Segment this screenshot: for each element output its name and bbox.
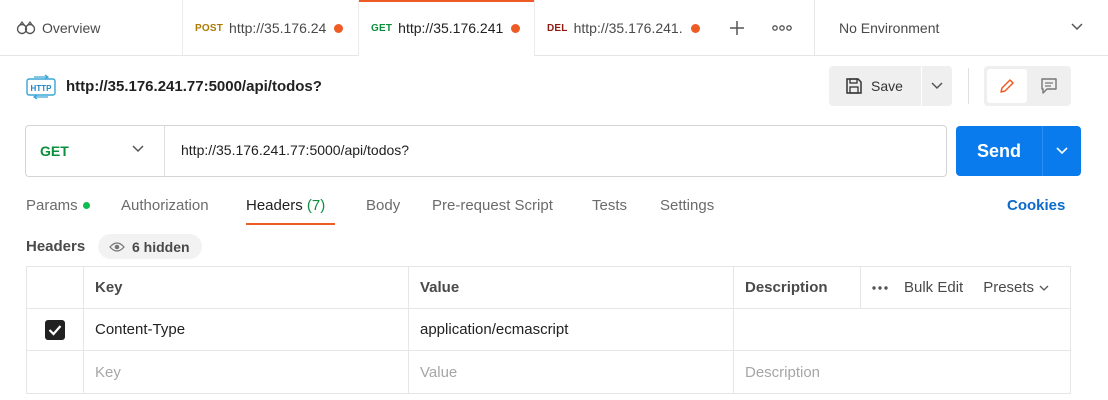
tab-method: POST: [195, 22, 224, 34]
save-icon: [846, 78, 862, 94]
tab-pre-request-label: Pre-request Script: [432, 197, 553, 214]
tab-tests-label: Tests: [592, 197, 628, 214]
unsaved-dot: [690, 23, 700, 33]
tab-params[interactable]: Params: [26, 197, 90, 214]
chevron-down-icon: [931, 82, 943, 90]
more-options-button[interactable]: [872, 285, 888, 290]
more-tabs-button[interactable]: [766, 0, 798, 56]
tab-label: http://35.176.24: [229, 20, 327, 36]
overview-icon: [16, 21, 36, 35]
tab-method: GET: [371, 22, 393, 34]
header-key-cell[interactable]: Content-Type: [84, 309, 409, 350]
hidden-headers-toggle[interactable]: 6 hidden: [98, 234, 202, 259]
row-checkbox-cell: [27, 351, 84, 393]
tab-settings[interactable]: Settings: [660, 197, 714, 214]
tab-method: DEL: [547, 22, 568, 34]
send-label: Send: [976, 140, 1021, 161]
tab-headers[interactable]: Headers (7): [246, 197, 325, 214]
url-input[interactable]: [181, 142, 921, 158]
unsaved-dot: [334, 23, 344, 33]
pencil-icon: [1000, 79, 1014, 93]
tab-params-label: Params: [26, 197, 78, 214]
plus-icon: [730, 21, 744, 35]
table-actions: Bulk Edit Presets: [861, 267, 1072, 308]
table-row-new: Key Value Description: [27, 351, 1070, 393]
headers-section-label: Headers: [26, 238, 86, 255]
ellipsis-icon: [872, 285, 888, 290]
tab-headers-label: Headers: [246, 197, 303, 214]
overview-tab[interactable]: Overview: [0, 0, 182, 56]
request-title-row: HTTP http://35.176.241.77:5000/api/todos…: [0, 56, 1108, 118]
environment-selector[interactable]: No Environment: [814, 0, 1108, 56]
column-header-key: Key: [84, 267, 409, 308]
save-label: Save: [871, 78, 903, 94]
tab-body[interactable]: Body: [366, 197, 400, 214]
header-value-cell[interactable]: application/ecmascript: [409, 309, 734, 350]
tab-tests[interactable]: Tests: [592, 197, 627, 214]
save-options-button[interactable]: [922, 66, 952, 106]
tab-pre-request-script[interactable]: Pre-request Script: [432, 197, 553, 214]
column-header-value: Value: [409, 267, 734, 308]
send-button[interactable]: Send: [956, 126, 1042, 176]
headers-count: (7): [306, 197, 326, 214]
tab-authorization-label: Authorization: [121, 197, 209, 214]
unsaved-dot: [511, 23, 521, 33]
tab-authorization[interactable]: Authorization: [121, 197, 209, 214]
checkmark-icon: [48, 324, 62, 336]
bulk-edit-button[interactable]: Bulk Edit: [904, 279, 963, 296]
tab-label: http://35.176.241: [398, 20, 504, 36]
request-tab-delete[interactable]: DEL http://35.176.241.: [534, 0, 712, 56]
chevron-down-icon: [1071, 23, 1083, 31]
new-description-input[interactable]: Description: [734, 351, 1072, 393]
request-tabs: Params Authorization Headers (7) Body Pr…: [0, 186, 1108, 226]
new-key-input[interactable]: Key: [84, 351, 409, 393]
comments-button[interactable]: [1030, 69, 1068, 103]
headers-table: Key Value Description Bulk Edit Presets: [26, 266, 1071, 394]
header-enabled-checkbox[interactable]: [45, 319, 65, 340]
new-tab-button[interactable]: [722, 0, 752, 56]
method-select[interactable]: GET: [26, 126, 165, 176]
active-tab-indicator: [246, 223, 335, 225]
save-button[interactable]: Save: [829, 66, 921, 106]
url-bar: GET: [25, 125, 947, 177]
divider: [968, 68, 969, 104]
view-toggle-group: [984, 66, 1071, 106]
tab-settings-label: Settings: [660, 197, 715, 214]
row-checkbox-cell: [27, 309, 84, 350]
header-checkbox-column: [27, 267, 84, 308]
ellipsis-icon: [772, 25, 792, 31]
method-label: GET: [40, 143, 69, 159]
table-row: Content-Type application/ecmascript: [27, 309, 1070, 351]
column-header-description: Description: [734, 267, 861, 308]
table-header-row: Key Value Description Bulk Edit Presets: [27, 267, 1070, 309]
tab-label: http://35.176.241.: [573, 20, 683, 36]
send-options-button[interactable]: [1042, 126, 1081, 176]
chevron-down-icon: [132, 145, 144, 153]
header-description-cell[interactable]: [734, 309, 1072, 350]
edit-button[interactable]: [987, 69, 1027, 103]
tab-bar: Overview POST http://35.176.24 GET http:…: [0, 0, 1108, 56]
presets-dropdown[interactable]: Presets: [983, 279, 1049, 296]
request-tab-get[interactable]: GET http://35.176.241: [358, 0, 534, 56]
overview-label: Overview: [42, 20, 101, 36]
eye-icon: [109, 241, 125, 252]
chevron-down-icon: [1039, 285, 1049, 291]
svg-text:HTTP: HTTP: [31, 84, 53, 93]
environment-label: No Environment: [839, 20, 940, 36]
presets-label: Presets: [983, 279, 1035, 296]
http-request-icon: HTTP: [26, 74, 56, 100]
params-indicator-dot: [82, 201, 90, 209]
request-tab-post[interactable]: POST http://35.176.24: [182, 0, 358, 56]
tab-body-label: Body: [366, 197, 401, 214]
request-title[interactable]: http://35.176.241.77:5000/api/todos?: [66, 78, 322, 95]
chevron-down-icon: [1056, 147, 1068, 155]
comment-icon: [1041, 78, 1057, 94]
cookies-link[interactable]: Cookies: [1007, 197, 1065, 214]
new-value-input[interactable]: Value: [409, 351, 734, 393]
hidden-headers-label: 6 hidden: [132, 238, 190, 255]
